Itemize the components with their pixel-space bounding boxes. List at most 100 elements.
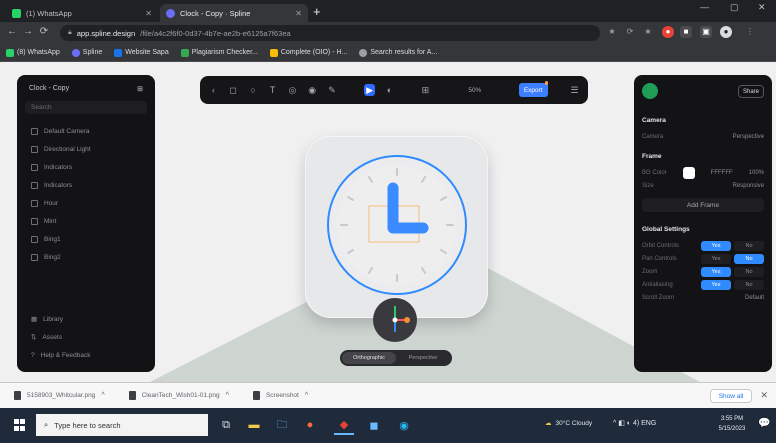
system-tray[interactable]: ^ ◧ ◐ 4) ENG [613, 419, 656, 427]
size-select[interactable]: Responsive [733, 183, 764, 189]
bookmark-plagiarism[interactable]: Plagiarism Checker... [180, 48, 258, 57]
panel-menu-icon[interactable]: ⊞ [137, 85, 143, 93]
color-swatch[interactable] [682, 166, 695, 179]
scene-item[interactable]: Indicators [25, 176, 147, 194]
share-button[interactable]: Share [738, 85, 764, 98]
scene-item[interactable]: Default Camera [25, 122, 147, 140]
add-frame-button[interactable]: Add Frame [642, 198, 764, 212]
view-orthographic[interactable]: Orthographic [342, 352, 396, 364]
axis-gizmo-icon[interactable] [373, 298, 417, 342]
scene-item[interactable]: Bing1 [25, 230, 147, 248]
tab-spline[interactable]: Clock - Copy · Spline ✕ [160, 4, 308, 22]
reload-icon[interactable]: ⟳ [38, 26, 50, 37]
hand-tool-icon[interactable]: ◐ [384, 84, 395, 96]
zoom-level[interactable]: 50% [461, 87, 488, 94]
chevron-up-icon[interactable]: ^ [101, 392, 104, 399]
scene-search-input[interactable]: Search [25, 101, 147, 114]
forward-arrow-icon[interactable]: → [22, 26, 34, 37]
tab-whatsapp[interactable]: (1) WhatsApp ✕ [6, 4, 158, 22]
show-all-button[interactable]: Show all [710, 389, 752, 403]
taskbar-clock[interactable]: 3:55 PM 5/15/2023 [712, 414, 752, 434]
chrome-icon[interactable]: ◆ [334, 415, 354, 435]
sphere-tool-icon[interactable]: ○ [248, 84, 259, 96]
pan-no[interactable]: No [734, 253, 764, 264]
camera-type-select[interactable]: Perspective [733, 134, 764, 140]
bookmark-search-results[interactable]: Search results for A... [359, 48, 437, 57]
zoom-no[interactable]: No [734, 266, 764, 277]
download-item[interactable]: CleanTech_Wish01-01.png ^ [128, 391, 229, 400]
new-tab-button[interactable]: + [313, 4, 321, 19]
scene-item[interactable]: Hour [25, 194, 147, 212]
close-downloads-icon[interactable]: ✕ [760, 390, 768, 401]
back-arrow-icon[interactable]: ← [6, 26, 18, 37]
download-item[interactable]: 5158903_Whitcular.png ^ [14, 391, 105, 400]
scene-item[interactable]: Directional Light [25, 140, 147, 158]
pointer-tool-icon[interactable]: ▶ [364, 84, 376, 96]
menu-icon[interactable]: ☰ [569, 84, 580, 96]
view-perspective[interactable]: Perspective [396, 352, 450, 364]
profile-avatar[interactable]: ● [720, 26, 732, 38]
scene-item[interactable]: Mint [25, 212, 147, 230]
browser-menu-icon[interactable]: ⋮ [744, 26, 756, 38]
pan-yes[interactable]: Yes [701, 253, 731, 264]
extension-icon[interactable]: ⟳ [624, 26, 636, 38]
light-tool-icon[interactable]: ◎ [287, 84, 298, 96]
bg-opacity-value[interactable]: 100% [749, 170, 764, 176]
bookmark-whatsapp[interactable]: (8) WhatsApp [6, 48, 60, 57]
share-page-icon[interactable]: ★ [606, 26, 618, 38]
bookmark-spline[interactable]: Spline [71, 48, 102, 57]
maximize-button[interactable]: ▢ [730, 2, 739, 13]
address-bar[interactable]: 🔒︎ app.spline.design/file/a4c2f6f0-0d37-… [60, 25, 600, 41]
sidepanel-icon[interactable]: ▣ [700, 26, 712, 38]
user-avatar[interactable] [642, 83, 658, 99]
camera-row[interactable]: Camera Perspective [642, 130, 764, 143]
firefox-icon[interactable]: ● [300, 415, 320, 435]
chevron-up-icon[interactable]: ^ [226, 392, 229, 399]
bg-color-value[interactable]: FFFFFF [711, 170, 733, 176]
export-button[interactable]: Export [518, 83, 548, 97]
minimize-button[interactable]: — [700, 2, 709, 12]
bg-color-row[interactable]: BG Color FFFFFF 100% [642, 166, 764, 179]
bookmark-star-icon[interactable]: ★ [642, 26, 654, 38]
puzzle-icon[interactable]: ■ [680, 26, 692, 38]
notification-icon[interactable]: 💬 [758, 418, 770, 429]
taskbar-search-input[interactable]: ⌕ Type here to search [36, 414, 208, 436]
view-mode-toggle[interactable]: Orthographic Perspective [340, 350, 452, 366]
text-tool-icon[interactable]: T [267, 84, 278, 96]
bookmark-website-sapa[interactable]: Website Sapa [114, 48, 169, 57]
grid-icon[interactable]: ⊞ [420, 84, 431, 96]
windows-start-icon[interactable] [14, 419, 26, 431]
scene-item[interactable]: Bing2 [25, 248, 147, 266]
search-icon: ⌕ [44, 420, 49, 429]
close-window-button[interactable]: ✕ [758, 2, 766, 13]
zoom-yes[interactable]: Yes [701, 266, 731, 277]
red-extension-icon[interactable]: ● [662, 26, 674, 38]
pen-tool-icon[interactable]: ✎ [327, 84, 338, 96]
task-view-icon[interactable]: ⧉ [216, 415, 236, 435]
scene-item[interactable]: Indicators [25, 158, 147, 176]
antialias-no[interactable]: No [734, 279, 764, 290]
library-item[interactable]: ▦ Library [25, 310, 147, 328]
back-icon[interactable]: ‹ [208, 84, 219, 96]
download-item[interactable]: Screenshot ^ [252, 391, 308, 400]
orbit-yes[interactable]: Yes [701, 240, 731, 251]
scroll-zoom-select[interactable]: Default [745, 295, 764, 301]
assets-item[interactable]: ⇅ Assets [25, 328, 147, 346]
cube-tool-icon[interactable]: ◻ [228, 84, 239, 96]
tab-close-icon[interactable]: ✕ [145, 9, 152, 18]
edge-icon[interactable]: ◉ [394, 415, 414, 435]
weather-widget[interactable]: ☁ 30°C Cloudy [545, 419, 592, 428]
file-title[interactable]: Clock - Copy [29, 85, 69, 93]
antialias-yes[interactable]: Yes [701, 279, 731, 290]
size-row[interactable]: Size Responsive [642, 179, 764, 192]
orbit-no[interactable]: No [734, 240, 764, 251]
file-explorer-icon[interactable]: ▬ [244, 415, 264, 435]
bookmark-complete[interactable]: Complete (OIO) - H... [269, 48, 347, 57]
tab-close-icon[interactable]: ✕ [295, 9, 302, 18]
scroll-zoom-row[interactable]: Scroll Zoom Default [642, 291, 764, 304]
camera-tool-icon[interactable]: ◉ [307, 84, 318, 96]
photos-icon[interactable]: ◼ [364, 415, 384, 435]
help-item[interactable]: ? Help & Feedback [25, 346, 147, 364]
folder-icon[interactable]: 🗀 [272, 415, 292, 435]
chevron-up-icon[interactable]: ^ [305, 392, 308, 399]
